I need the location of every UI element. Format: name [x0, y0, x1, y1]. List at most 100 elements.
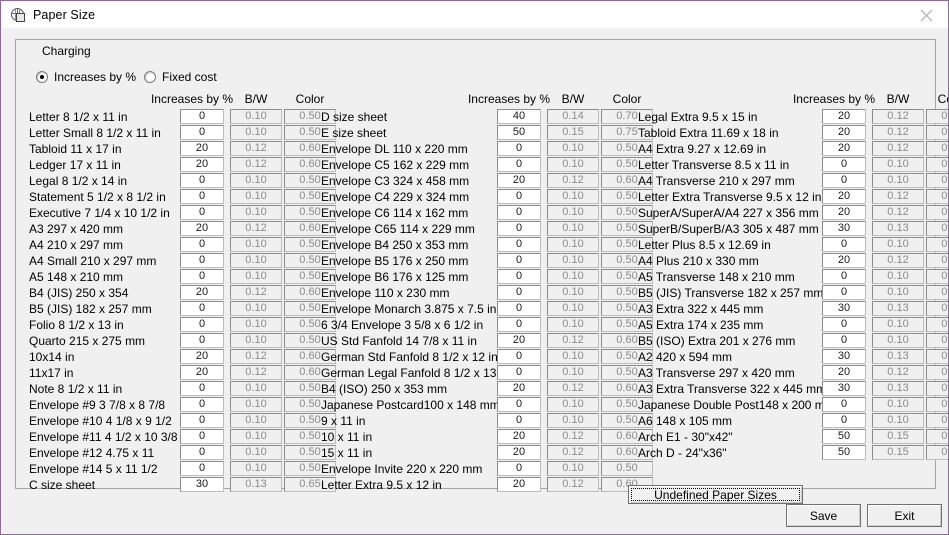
increases-by-percent-input[interactable]: 0 — [822, 173, 866, 188]
bw-price-field: 0.10 — [230, 461, 282, 476]
increases-by-percent-input[interactable]: 0 — [180, 333, 224, 348]
increases-by-percent-input[interactable]: 30 — [822, 221, 866, 236]
increases-by-percent-input[interactable]: 20 — [497, 445, 541, 460]
increases-by-percent-input[interactable]: 20 — [822, 189, 866, 204]
save-button[interactable]: Save — [786, 504, 861, 527]
bw-price-field: 0.10 — [547, 141, 599, 156]
paper-size-row: Japanese Double Post148 x 200 mm0 0.100.5… — [634, 397, 948, 413]
increases-by-percent-input[interactable]: 20 — [822, 109, 866, 124]
increases-by-percent-input[interactable]: 0 — [180, 381, 224, 396]
increases-by-percent-input[interactable]: 20 — [180, 365, 224, 380]
bw-price-field: 0.12 — [872, 141, 924, 156]
increases-by-percent-input[interactable]: 0 — [822, 285, 866, 300]
increases-by-percent-input[interactable]: 0 — [180, 413, 224, 428]
increases-by-percent-input[interactable]: 30 — [822, 381, 866, 396]
paper-size-row: Folio 8 1/2 x 13 in 0 0.10 0.50 — [25, 317, 336, 333]
increases-by-percent-input[interactable]: 0 — [822, 397, 866, 412]
increases-by-percent-input[interactable]: 0 — [497, 221, 541, 236]
increases-by-percent-input[interactable]: 0 — [180, 253, 224, 268]
increases-by-percent-input[interactable]: 30 — [822, 301, 866, 316]
increases-by-percent-input[interactable]: 20 — [180, 157, 224, 172]
radio-fixed-cost[interactable]: Fixed cost — [144, 70, 217, 84]
paper-size-row: Envelope C5 162 x 229 mm 0 0.10 0.50 — [317, 157, 653, 173]
paper-size-label: B5 (JIS) 182 x 257 mm — [29, 302, 152, 316]
increases-by-percent-input[interactable]: 20 — [822, 125, 866, 140]
paper-size-row: Letter Transverse 8.5 x 11 in 0 0.100.50 — [634, 157, 948, 173]
paper-size-label: Tabloid Extra 11.69 x 18 in — [638, 126, 779, 140]
bw-price-field: 0.12 — [230, 221, 282, 236]
increases-by-percent-input[interactable]: 0 — [180, 397, 224, 412]
increases-by-percent-input[interactable]: 0 — [497, 301, 541, 316]
increases-by-percent-input[interactable]: 20 — [180, 285, 224, 300]
increases-by-percent-input[interactable]: 0 — [180, 429, 224, 444]
increases-by-percent-input[interactable]: 0 — [822, 157, 866, 172]
increases-by-percent-input[interactable]: 0 — [497, 269, 541, 284]
paper-size-label: A4 Small 210 x 297 mm — [29, 254, 157, 268]
close-icon[interactable] — [903, 2, 948, 28]
increases-by-percent-input[interactable]: 0 — [497, 461, 541, 476]
increases-by-percent-input[interactable]: 20 — [822, 205, 866, 220]
increases-by-percent-input[interactable]: 0 — [822, 317, 866, 332]
increases-by-percent-input[interactable]: 20 — [497, 477, 541, 492]
bw-price-field: 0.10 — [230, 189, 282, 204]
increases-by-percent-input[interactable]: 20 — [180, 349, 224, 364]
increases-by-percent-input[interactable]: 0 — [180, 205, 224, 220]
increases-by-percent-input[interactable]: 0 — [822, 237, 866, 252]
increases-by-percent-input[interactable]: 0 — [180, 317, 224, 332]
paper-size-row: Arch D - 24"x36" 50 0.150.75 — [634, 445, 948, 461]
paper-size-row: A3 297 x 420 mm 20 0.12 0.60 — [25, 221, 336, 237]
header-bw: B/W — [244, 92, 268, 106]
increases-by-percent-input[interactable]: 0 — [497, 365, 541, 380]
increases-by-percent-input[interactable]: 50 — [822, 429, 866, 444]
paper-size-label: Legal Extra 9.5 x 15 in — [638, 110, 758, 124]
paper-size-row: US Std Fanfold 14 7/8 x 11 in 20 0.12 0.60 — [317, 333, 653, 349]
paper-size-row: 10 x 11 in 20 0.12 0.60 — [317, 429, 653, 445]
increases-by-percent-input[interactable]: 0 — [497, 189, 541, 204]
increases-by-percent-input[interactable]: 0 — [822, 413, 866, 428]
increases-by-percent-input[interactable]: 0 — [180, 445, 224, 460]
increases-by-percent-input[interactable]: 20 — [822, 141, 866, 156]
paper-size-label: Envelope B4 250 x 353 mm — [321, 238, 469, 252]
increases-by-percent-input[interactable]: 0 — [180, 461, 224, 476]
increases-by-percent-input[interactable]: 0 — [497, 413, 541, 428]
increases-by-percent-input[interactable]: 0 — [180, 237, 224, 252]
increases-by-percent-input[interactable]: 50 — [822, 445, 866, 460]
increases-by-percent-input[interactable]: 0 — [497, 317, 541, 332]
increases-by-percent-input[interactable]: 0 — [497, 141, 541, 156]
increases-by-percent-input[interactable]: 0 — [822, 269, 866, 284]
increases-by-percent-input[interactable]: 20 — [497, 333, 541, 348]
radio-increases-by-percent[interactable]: Increases by % — [36, 70, 136, 84]
increases-by-percent-input[interactable]: 30 — [822, 349, 866, 364]
increases-by-percent-input[interactable]: 50 — [497, 125, 541, 140]
increases-by-percent-input[interactable]: 20 — [497, 381, 541, 396]
increases-by-percent-input[interactable]: 40 — [497, 109, 541, 124]
increases-by-percent-input[interactable]: 0 — [180, 189, 224, 204]
increases-by-percent-input[interactable]: 30 — [180, 477, 224, 492]
increases-by-percent-input[interactable]: 0 — [822, 333, 866, 348]
increases-by-percent-input[interactable]: 20 — [180, 221, 224, 236]
undefined-paper-sizes-button[interactable]: Undefined Paper Sizes — [628, 485, 803, 504]
increases-by-percent-input[interactable]: 20 — [497, 173, 541, 188]
increases-by-percent-input[interactable]: 20 — [822, 253, 866, 268]
increases-by-percent-input[interactable]: 0 — [497, 397, 541, 412]
window-title: Paper Size — [33, 8, 96, 22]
increases-by-percent-input[interactable]: 20 — [822, 365, 866, 380]
increases-by-percent-input[interactable]: 0 — [497, 205, 541, 220]
bw-price-field: 0.12 — [872, 365, 924, 380]
increases-by-percent-input[interactable]: 0 — [497, 237, 541, 252]
increases-by-percent-input[interactable]: 0 — [497, 253, 541, 268]
paper-size-row: A3 Extra 322 x 445 mm 30 0.130.65 — [634, 301, 948, 317]
exit-button[interactable]: Exit — [867, 504, 942, 527]
increases-by-percent-input[interactable]: 0 — [497, 285, 541, 300]
increases-by-percent-input[interactable]: 0 — [180, 301, 224, 316]
increases-by-percent-input[interactable]: 0 — [497, 157, 541, 172]
increases-by-percent-input[interactable]: 0 — [180, 173, 224, 188]
paper-size-label: Letter Extra Transverse 9.5 x 12 in — [638, 190, 822, 204]
increases-by-percent-input[interactable]: 20 — [180, 141, 224, 156]
increases-by-percent-input[interactable]: 0 — [180, 125, 224, 140]
bw-price-field: 0.10 — [230, 445, 282, 460]
increases-by-percent-input[interactable]: 0 — [180, 109, 224, 124]
increases-by-percent-input[interactable]: 0 — [497, 349, 541, 364]
increases-by-percent-input[interactable]: 20 — [497, 429, 541, 444]
increases-by-percent-input[interactable]: 0 — [180, 269, 224, 284]
